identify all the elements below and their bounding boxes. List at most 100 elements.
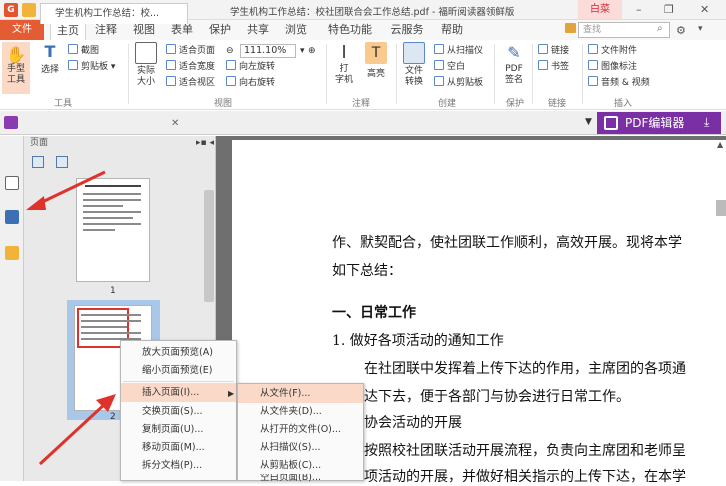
pdf-sign-button[interactable]: ✎ PDF 签名: [500, 42, 528, 86]
ribbon-divider: [128, 44, 129, 104]
ribbon-divider: [532, 44, 533, 104]
panel-title: 页面: [30, 138, 49, 148]
tab-help[interactable]: 帮助: [434, 20, 470, 40]
thumbnail-line: [83, 193, 141, 195]
screenshot-button[interactable]: 截图: [68, 44, 99, 58]
zoom-in-icon[interactable]: ⊕: [308, 44, 316, 58]
highlight-button[interactable]: T 高亮: [362, 42, 390, 79]
tab-protect[interactable]: 保护: [202, 20, 238, 40]
panel-scrollbar[interactable]: [204, 190, 214, 302]
group-label-insert: 插入: [614, 99, 633, 109]
page-context-menu: 放大页面预览(A) 缩小页面预览(E) 插入页面(I)... ▶ 交换页面(S)…: [120, 340, 237, 481]
download-icon: ⤓: [704, 115, 710, 129]
ribbon-divider: [494, 44, 495, 104]
search-icon[interactable]: ⌕: [657, 23, 663, 34]
menu-item-split-document[interactable]: 拆分文档(P)...: [121, 456, 236, 475]
document-tab[interactable]: 学生机构工作总结：校...: [40, 3, 188, 24]
menu-item-copy-page[interactable]: 复制页面(U)...: [121, 420, 236, 439]
zoom-out-icon[interactable]: ⊖: [226, 44, 234, 58]
fit-width-icon: [166, 60, 176, 70]
menu-item-from-folder[interactable]: 从文件夹(D)...: [238, 402, 363, 421]
page-thumbnail[interactable]: [76, 178, 150, 282]
group-label-tools: 工具: [54, 99, 73, 109]
rotate-left-icon: [226, 60, 236, 70]
file-attachment-button[interactable]: 文件附件: [588, 44, 637, 58]
typewriter-icon: I: [341, 42, 347, 63]
menu-item-from-clipboard[interactable]: 从剪贴板(C)...: [238, 456, 363, 475]
menu-item-move-page[interactable]: 移动页面(M)...: [121, 438, 236, 457]
link-button[interactable]: 链接: [538, 44, 569, 58]
scroll-up-icon[interactable]: ▲: [717, 140, 723, 149]
tab-file[interactable]: 文件: [0, 20, 44, 40]
subsection-heading: 协会活动的开展: [364, 415, 462, 431]
fit-visible-button[interactable]: 适合视区: [166, 76, 215, 90]
menu-item-swap-page[interactable]: 交换页面(S)...: [121, 402, 236, 421]
fit-width-button[interactable]: 适合宽度: [166, 60, 215, 74]
bookmark-button[interactable]: 书签: [538, 60, 569, 74]
typewriter-button[interactable]: I 打 字机: [330, 42, 358, 86]
maximize-button[interactable]: ❐: [664, 3, 674, 16]
actual-size-button[interactable]: 实际 大小: [132, 42, 160, 88]
sidebar-toggle-icon[interactable]: [4, 116, 18, 129]
blank-page-button[interactable]: 空白: [434, 60, 465, 74]
link-icon: [538, 44, 548, 54]
rotate-left-button[interactable]: 向左旋转: [226, 60, 275, 74]
clipboard-button[interactable]: 剪贴板 ▾: [68, 60, 115, 74]
image-annotation-button[interactable]: 图像标注: [588, 60, 637, 74]
tab-browse[interactable]: 浏览: [278, 20, 314, 40]
image-icon: [588, 60, 598, 70]
body-text-line: 按照校社团联活动开展流程，负责向主席团和老师呈: [364, 443, 686, 459]
document-scrollbar[interactable]: [716, 200, 726, 216]
menu-item-from-open-file[interactable]: 从打开的文件(O)...: [238, 420, 363, 439]
open-file-icon[interactable]: [22, 2, 36, 17]
audio-video-button[interactable]: 音频 & 视频: [588, 76, 650, 90]
group-label-view: 视图: [214, 99, 233, 109]
page-view-icon[interactable]: [5, 176, 19, 190]
close-tab-icon[interactable]: ✕: [171, 118, 179, 129]
comments-panel-icon[interactable]: [5, 246, 19, 260]
window-title: 学生机构工作总结：校社团联合会工作总结.pdf - 福昕阅读器领鲜版: [230, 7, 515, 18]
thumbnail-line: [85, 185, 141, 187]
close-window-button[interactable]: ✕: [700, 3, 709, 16]
menu-item-zoom-in-preview[interactable]: 放大页面预览(A): [121, 343, 236, 362]
minimize-button[interactable]: –: [636, 3, 642, 16]
file-convert-button[interactable]: 文件 转换: [400, 42, 428, 88]
ribbon-divider: [582, 44, 583, 104]
ribbon: ✋ 手型 工具 T 选择 截图 剪贴板 ▾ 工具 实际 大小 适合页面 适合宽度…: [0, 40, 726, 110]
panel-toolbar: [24, 154, 216, 172]
login-button[interactable]: 白菜: [578, 0, 622, 19]
tab-share[interactable]: 共享: [240, 20, 276, 40]
menu-item-from-scanner[interactable]: 从扫描仪(S)...: [238, 438, 363, 457]
page-number-label: 1: [110, 286, 116, 296]
camera-icon: [68, 44, 78, 54]
folder-icon[interactable]: [565, 23, 576, 33]
zoom-dropdown-icon[interactable]: ▾: [300, 44, 305, 58]
from-clipboard-button[interactable]: 从剪贴板: [434, 76, 483, 90]
page-number-label: 2: [110, 412, 116, 422]
settings-icon[interactable]: ⚙: [676, 24, 686, 37]
rotate-right-button[interactable]: 向右旋转: [226, 76, 275, 90]
tab-list-dropdown-icon[interactable]: ▼: [585, 117, 592, 127]
tab-cloud[interactable]: 云服务: [384, 20, 430, 40]
from-scanner-button[interactable]: 从扫描仪: [434, 44, 483, 58]
page-options-icon[interactable]: [32, 156, 44, 168]
select-tool-button[interactable]: T 选择: [36, 42, 64, 75]
ribbon-collapse-icon[interactable]: ▾: [698, 24, 703, 34]
menu-item-zoom-out-preview[interactable]: 缩小页面预览(E): [121, 361, 236, 380]
tab-features[interactable]: 特色功能: [322, 20, 378, 40]
fit-page-button[interactable]: 适合页面: [166, 44, 215, 58]
panel-pin-icon[interactable]: ▸▪ ◂: [196, 138, 214, 148]
actual-size-icon: [135, 42, 157, 64]
pages-panel-icon[interactable]: [5, 210, 19, 224]
hand-icon: ✋: [6, 45, 26, 64]
menu-item-insert-page[interactable]: 插入页面(I)...: [121, 383, 236, 402]
body-text-line: 达下去，便于各部门与协会进行日常工作。: [364, 389, 630, 405]
page-properties-icon[interactable]: [56, 156, 68, 168]
app-logo-icon: G: [4, 2, 18, 17]
bookmark-icon: [538, 60, 548, 70]
hand-tool-button[interactable]: ✋ 手型 工具: [2, 42, 30, 94]
menu-item-from-file[interactable]: 从文件(F)...: [238, 384, 363, 403]
ribbon-divider: [396, 44, 397, 104]
thumbnail-line: [81, 332, 141, 334]
zoom-level-field[interactable]: 111.10%: [240, 44, 296, 58]
